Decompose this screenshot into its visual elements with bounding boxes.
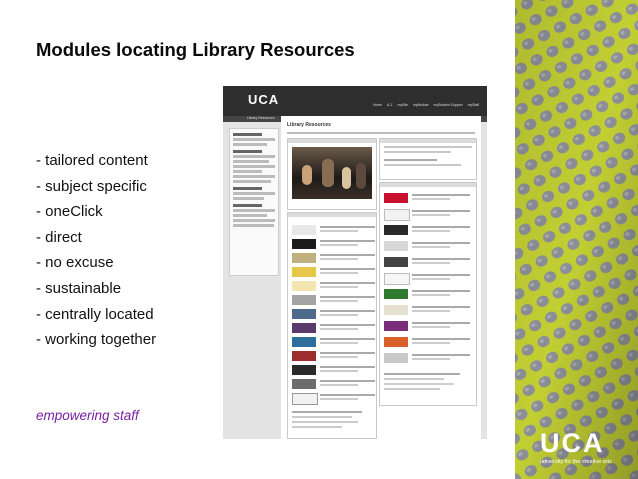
screenshot-nav-item: A-Z <box>387 103 393 107</box>
screenshot-journals-panel <box>379 182 477 406</box>
screenshot-search-panel <box>379 138 477 180</box>
screenshot-resources-panel <box>287 212 377 439</box>
screenshot-nav-item: Home <box>373 103 383 107</box>
screenshot-nav-item: myStudent Support <box>433 103 463 107</box>
uca-logo-letters: UCA <box>540 428 605 458</box>
fabric-texture <box>515 0 638 479</box>
screenshot-nav-item: mySite <box>397 103 408 107</box>
screenshot-sidebar <box>229 128 279 276</box>
screenshot-main: Library Resources <box>281 116 481 439</box>
bullet-item: - centrally located <box>36 305 154 323</box>
bullet-item: - oneClick <box>36 203 103 221</box>
slide-title: Modules locating Library Resources <box>36 39 355 60</box>
screenshot-nav-item: myModule <box>412 103 429 107</box>
bullet-list: - tailored content - subject specific - … <box>36 148 156 353</box>
library-module-screenshot: UCA Home A-Z mySite myModule myStudent S… <box>223 86 487 439</box>
screenshot-nav: Home A-Z mySite myModule myStudent Suppo… <box>373 103 479 107</box>
uca-logo: UCA university for the creative arts <box>540 428 626 468</box>
library-photo <box>292 147 372 199</box>
fabric-photo <box>515 0 638 479</box>
screenshot-breadcrumb-label: Library Resources <box>247 116 275 120</box>
bullet-item: - working together <box>36 331 157 349</box>
screenshot-header: UCA Home A-Z mySite myModule myStudent S… <box>223 86 487 116</box>
bullet-item: - subject specific <box>36 177 147 195</box>
tagline: empowering staff <box>36 408 139 423</box>
bullet-item: - tailored content <box>36 152 148 169</box>
screenshot-page-title: Library Resources <box>287 122 331 128</box>
bullet-item: - direct <box>36 228 82 246</box>
screenshot-photo-panel <box>287 138 377 210</box>
screenshot-nav-item: myStaff <box>467 103 479 107</box>
screenshot-logo: UCA <box>248 92 280 107</box>
uca-logo-tagline: university for the creative arts <box>540 459 612 465</box>
bullet-item: - sustainable <box>36 279 122 297</box>
bullet-item: - no excuse <box>36 254 114 272</box>
